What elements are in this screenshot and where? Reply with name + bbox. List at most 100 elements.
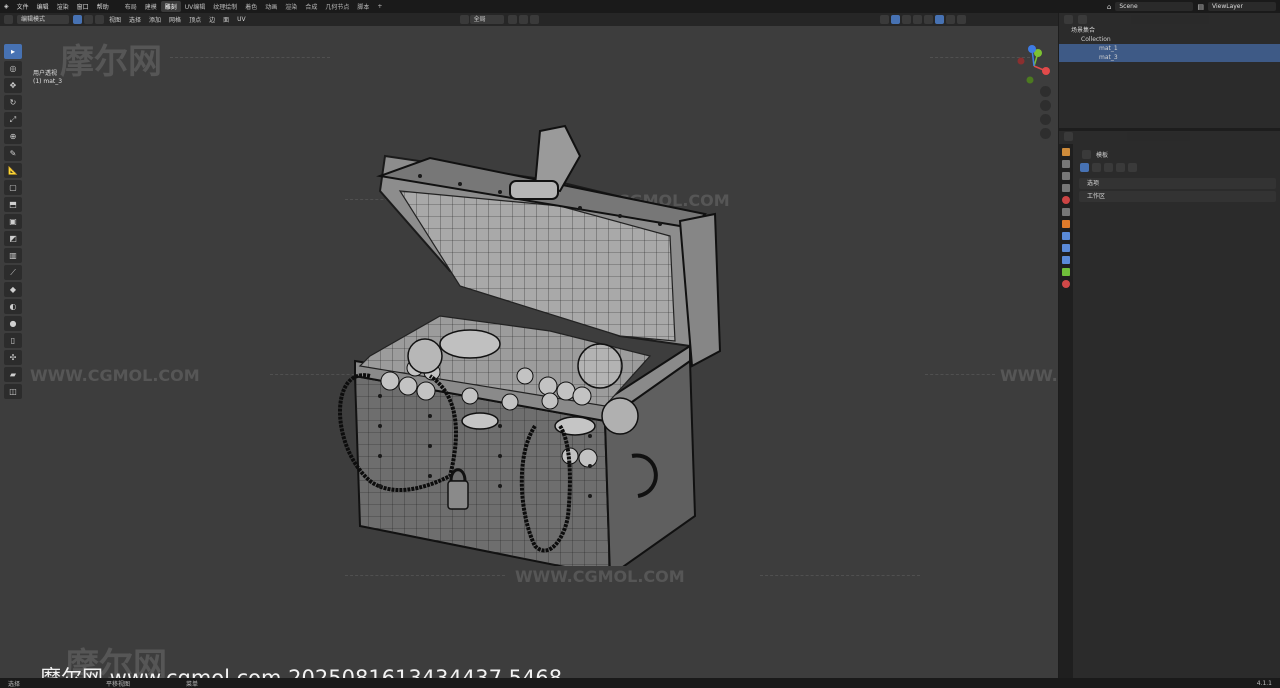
visibility-icon[interactable] <box>879 15 889 24</box>
collection-row[interactable]: Collection <box>1059 35 1280 44</box>
workspace-tab-texture-paint[interactable]: 纹理绘制 <box>209 1 241 12</box>
shear-tool-icon[interactable]: ▰ <box>4 367 22 382</box>
menu-render[interactable]: 渲染 <box>53 2 73 11</box>
scene-selector[interactable]: Scene <box>1115 2 1194 11</box>
camera-view-icon[interactable] <box>1040 114 1051 125</box>
vertex-select-icon[interactable] <box>73 15 82 24</box>
section-workspace[interactable]: 工作区 <box>1079 191 1276 202</box>
measure-tool-icon[interactable]: 📐 <box>4 163 22 178</box>
shrink-fatten-tool-icon[interactable]: ✣ <box>4 350 22 365</box>
menu-vertex[interactable]: 顶点 <box>185 15 205 24</box>
inset-tool-icon[interactable]: ▣ <box>4 214 22 229</box>
mode-selector[interactable]: 编辑模式 <box>17 15 69 24</box>
workspace-tab-rendering[interactable]: 渲染 <box>281 1 301 12</box>
rip-tool-icon[interactable]: ◫ <box>4 384 22 399</box>
view-layer-tab-icon[interactable] <box>1062 184 1070 192</box>
gizmo-toggle-icon[interactable] <box>890 15 900 24</box>
transform-orientation-selector[interactable]: 全局 <box>469 15 504 24</box>
pan-hand-icon[interactable] <box>1040 100 1051 111</box>
view-layer-selector[interactable]: ViewLayer <box>1208 2 1276 11</box>
workspace-tab-compositing[interactable]: 合成 <box>301 1 321 12</box>
spin-tool-icon[interactable]: ◐ <box>4 299 22 314</box>
menu-uv[interactable]: UV <box>233 16 250 23</box>
scale-tool-icon[interactable]: ⤢ <box>4 112 22 127</box>
mode-extend-icon[interactable] <box>1092 163 1101 172</box>
edge-select-icon[interactable] <box>84 15 93 24</box>
add-workspace-button[interactable]: + <box>373 2 386 11</box>
edge-slide-tool-icon[interactable]: ▯ <box>4 333 22 348</box>
workspace-tab-layout[interactable]: 布局 <box>121 1 141 12</box>
rendered-shading-icon[interactable] <box>956 15 966 24</box>
scene-tab-icon[interactable] <box>1062 196 1070 204</box>
outliner-search-input[interactable] <box>1131 15 1209 24</box>
poly-build-tool-icon[interactable]: ◆ <box>4 282 22 297</box>
menu-select[interactable]: 选择 <box>125 15 145 24</box>
object-tab-icon[interactable] <box>1062 220 1070 228</box>
smooth-tool-icon[interactable]: ● <box>4 316 22 331</box>
face-select-icon[interactable] <box>95 15 104 24</box>
outliner-editor-icon[interactable] <box>1064 15 1073 24</box>
loop-cut-tool-icon[interactable]: ▥ <box>4 248 22 263</box>
navigation-gizmo[interactable] <box>1012 44 1056 88</box>
workspace-tab-geometry-nodes[interactable]: 几何节点 <box>321 1 353 12</box>
add-cube-tool-icon[interactable]: ▢ <box>4 180 22 195</box>
pivot-point-icon[interactable] <box>507 15 517 24</box>
menu-file[interactable]: 文件 <box>13 2 33 11</box>
zoom-icon[interactable] <box>1040 86 1051 97</box>
transform-tool-icon[interactable]: ⊕ <box>4 129 22 144</box>
move-tool-icon[interactable]: ✥ <box>4 78 22 93</box>
wireframe-shading-icon[interactable] <box>923 15 933 24</box>
treasure-chest-mesh[interactable] <box>320 96 740 566</box>
properties-editor-icon[interactable] <box>1064 132 1073 141</box>
select-box-tool-icon[interactable]: ▸ <box>4 44 22 59</box>
snap-icon[interactable] <box>518 15 528 24</box>
particles-tab-icon[interactable] <box>1062 244 1070 252</box>
rotate-tool-icon[interactable]: ↻ <box>4 95 22 110</box>
3d-viewport[interactable]: 摩尔网 WWW.CGMOL.COM WWW.CGMOL.COM WWW.CGMO… <box>0 26 1058 678</box>
modifier-tab-icon[interactable] <box>1062 232 1070 240</box>
solid-shading-icon[interactable] <box>934 15 944 24</box>
workspace-tab-uv[interactable]: UV编辑 <box>181 1 210 12</box>
bevel-tool-icon[interactable]: ◩ <box>4 231 22 246</box>
xray-toggle-icon[interactable] <box>912 15 922 24</box>
menu-add[interactable]: 添加 <box>145 15 165 24</box>
tool-tab-icon[interactable] <box>1062 148 1070 156</box>
material-tab-icon[interactable] <box>1062 280 1070 288</box>
section-options[interactable]: 选项 <box>1079 178 1276 189</box>
menu-edit[interactable]: 编辑 <box>33 2 53 11</box>
menu-edge[interactable]: 边 <box>205 15 219 24</box>
workspace-tab-sculpt[interactable]: 雕刻 <box>160 1 181 12</box>
workspace-tab-modeling[interactable]: 建模 <box>141 1 161 12</box>
outliner-item-mat-3[interactable]: mat_3 <box>1059 53 1280 62</box>
blender-logo-icon[interactable]: ◈ <box>0 3 13 10</box>
mode-subtract-icon[interactable] <box>1104 163 1113 172</box>
outliner-item-mat-1[interactable]: mat_1 <box>1059 44 1280 53</box>
editor-type-icon[interactable] <box>4 15 13 24</box>
workspace-tab-scripting[interactable]: 脚本 <box>353 1 373 12</box>
workspace-tab-shading[interactable]: 着色 <box>241 1 261 12</box>
perspective-grid-icon[interactable] <box>1040 128 1051 139</box>
mode-invert-icon[interactable] <box>1116 163 1125 172</box>
menu-help[interactable]: 帮助 <box>93 2 113 11</box>
filter-icon[interactable] <box>1078 15 1087 24</box>
knife-tool-icon[interactable]: ⟋ <box>4 265 22 280</box>
menu-window[interactable]: 窗口 <box>73 2 93 11</box>
menu-mesh[interactable]: 网格 <box>165 15 185 24</box>
workspace-tab-animation[interactable]: 动画 <box>261 1 281 12</box>
properties-search-input[interactable] <box>1127 132 1190 141</box>
proportional-edit-icon[interactable] <box>529 15 539 24</box>
extrude-tool-icon[interactable]: ⬒ <box>4 197 22 212</box>
menu-face[interactable]: 面 <box>219 15 233 24</box>
world-tab-icon[interactable] <box>1062 208 1070 216</box>
scene-collection-row[interactable]: 场景集合 <box>1059 26 1280 35</box>
annotate-tool-icon[interactable]: ✎ <box>4 146 22 161</box>
physics-tab-icon[interactable] <box>1062 256 1070 264</box>
overlay-toggle-icon[interactable] <box>901 15 911 24</box>
cursor-tool-icon[interactable]: ◎ <box>4 61 22 76</box>
render-tab-icon[interactable] <box>1062 160 1070 168</box>
output-tab-icon[interactable] <box>1062 172 1070 180</box>
mode-intersect-icon[interactable] <box>1128 163 1137 172</box>
menu-view[interactable]: 视图 <box>105 15 125 24</box>
material-shading-icon[interactable] <box>945 15 955 24</box>
mode-new-icon[interactable] <box>1080 163 1089 172</box>
